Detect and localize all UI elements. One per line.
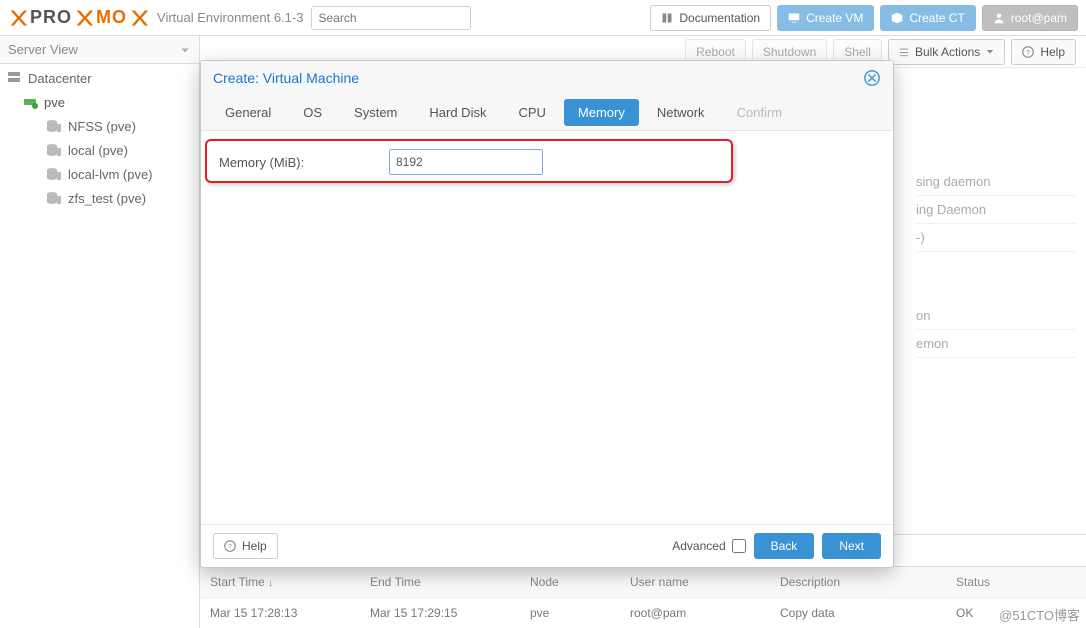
modal-help-label: Help xyxy=(242,539,267,553)
memory-field-row: Memory (MiB): ▲ ▼ xyxy=(219,149,875,175)
tab-general[interactable]: General xyxy=(209,95,287,130)
wizard-body: Memory (MiB): ▲ ▼ xyxy=(201,131,893,524)
modal-help-button[interactable]: ? Help xyxy=(213,533,278,559)
tab-cpu[interactable]: CPU xyxy=(502,95,561,130)
tab-memory[interactable]: Memory xyxy=(564,99,639,126)
modal-overlay: Create: Virtual Machine General OS Syste… xyxy=(0,0,1086,628)
back-button[interactable]: Back xyxy=(754,533,815,559)
tab-hard-disk[interactable]: Hard Disk xyxy=(413,95,502,130)
help-icon: ? xyxy=(224,540,236,552)
wizard-footer: ? Help Advanced Back Next xyxy=(201,524,893,567)
watermark: @51CTO博客 xyxy=(999,605,1080,624)
modal-title-text: Create: Virtual Machine xyxy=(213,70,359,86)
close-icon[interactable] xyxy=(863,69,881,87)
svg-text:?: ? xyxy=(228,543,232,550)
create-vm-modal: Create: Virtual Machine General OS Syste… xyxy=(200,60,894,568)
tab-network[interactable]: Network xyxy=(641,95,721,130)
memory-label: Memory (MiB): xyxy=(219,155,379,170)
tab-system[interactable]: System xyxy=(338,95,413,130)
wizard-tabs: General OS System Hard Disk CPU Memory N… xyxy=(201,95,893,131)
advanced-checkbox[interactable] xyxy=(732,539,746,553)
memory-spinbox[interactable]: ▲ ▼ xyxy=(389,149,543,175)
modal-titlebar: Create: Virtual Machine xyxy=(201,61,893,95)
memory-input[interactable] xyxy=(390,150,543,174)
tab-confirm: Confirm xyxy=(721,95,799,130)
advanced-label: Advanced xyxy=(672,539,725,553)
tab-os[interactable]: OS xyxy=(287,95,338,130)
advanced-toggle[interactable]: Advanced xyxy=(672,539,745,553)
next-button[interactable]: Next xyxy=(822,533,881,559)
